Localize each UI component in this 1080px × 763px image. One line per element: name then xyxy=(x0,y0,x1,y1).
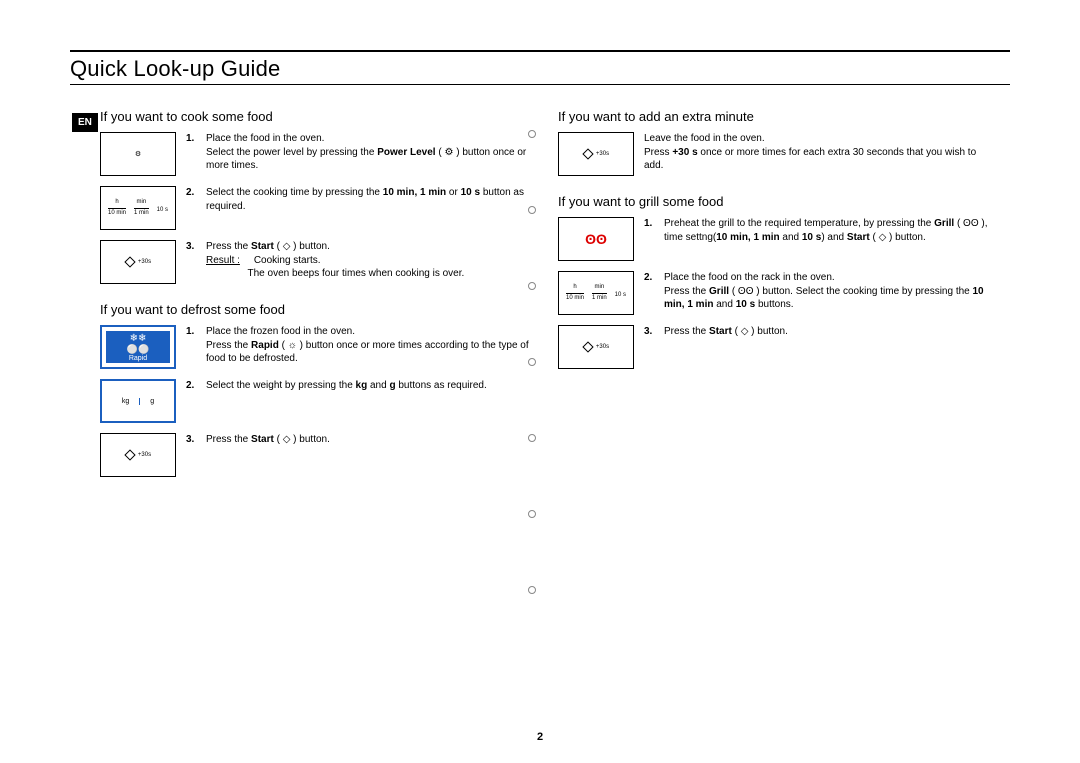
step-number: 3. xyxy=(186,433,200,447)
page-title: Quick Look-up Guide xyxy=(70,56,1010,82)
section-heading-grill: If you want to grill some food xyxy=(558,194,988,209)
power-level-icon: ⚙ xyxy=(135,150,141,158)
step-number: 1. xyxy=(186,132,200,173)
step-number: 2. xyxy=(186,186,200,213)
step-text: Preheat the grill to the required temper… xyxy=(664,217,988,244)
step-text: Press the Start ( ◇ ) button. xyxy=(206,433,330,447)
page-number: 2 xyxy=(537,731,543,743)
step-number: 1. xyxy=(644,217,658,244)
plus30-button-diagram: +30s xyxy=(558,132,634,176)
step-text: Place the frozen food in the oven. Press… xyxy=(206,325,530,366)
step-number: 1. xyxy=(186,325,200,366)
step-text: Place the food on the rack in the oven. … xyxy=(664,271,988,312)
start-icon xyxy=(124,449,135,460)
step-text: Leave the food in the oven. Press +30 s … xyxy=(644,132,988,173)
time-buttons-diagram: h10 min min1 min 10 s xyxy=(100,186,176,230)
start-icon xyxy=(124,256,135,267)
time-buttons-diagram: h10 min min1 min 10 s xyxy=(558,271,634,315)
step-text: Select the weight by pressing the kg and… xyxy=(206,379,487,393)
rapid-icon: ❄❄ xyxy=(130,333,147,344)
section-heading-defrost: If you want to defrost some food xyxy=(100,302,530,317)
step-number: 2. xyxy=(186,379,200,393)
section-heading-cook: If you want to cook some food xyxy=(100,109,530,124)
rapid-button-diagram: ❄❄ ⚪⚪ Rapid xyxy=(100,325,176,369)
step-text: Press the Start ( ◇ ) button. xyxy=(664,325,788,339)
step-number: 2. xyxy=(644,271,658,312)
power-level-button-diagram: ⚙ xyxy=(100,132,176,176)
step-number: 3. xyxy=(186,240,200,281)
step-text: Place the food in the oven. Select the p… xyxy=(206,132,530,173)
grill-button-diagram: ʘʘ xyxy=(558,217,634,261)
section-heading-extra: If you want to add an extra minute xyxy=(558,109,988,124)
binder-holes xyxy=(528,130,536,594)
step-number: 3. xyxy=(644,325,658,339)
weight-buttons-diagram: kgg xyxy=(100,379,176,423)
start-button-diagram: +30s xyxy=(100,240,176,284)
language-badge: EN xyxy=(72,113,98,132)
start-icon xyxy=(582,341,593,352)
step-text: Press the Start ( ◇ ) button. Result : C… xyxy=(206,240,464,281)
start-icon xyxy=(582,148,593,159)
start-button-diagram: +30s xyxy=(100,433,176,477)
start-button-diagram: +30s xyxy=(558,325,634,369)
step-text: Select the cooking time by pressing the … xyxy=(206,186,530,213)
grill-icon: ʘʘ xyxy=(585,231,607,247)
